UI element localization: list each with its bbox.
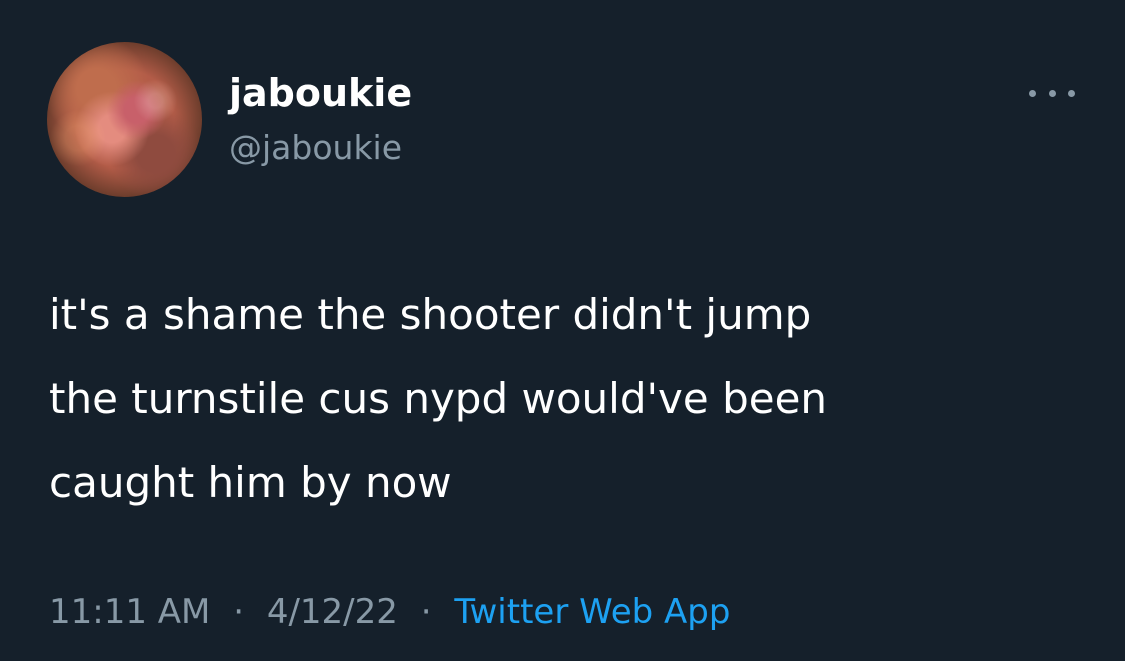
- tweet-source-link[interactable]: Twitter Web App: [454, 592, 730, 632]
- tweet-date: 4/12/22: [266, 592, 398, 632]
- tweet-text: it's a shame the shooter didn't jump the…: [49, 290, 828, 507]
- metadata-separator: ·: [420, 592, 432, 632]
- more-options-button[interactable]: [1029, 82, 1075, 104]
- tweet-metadata: 11:11 AM · 4/12/22 · Twitter Web App: [49, 590, 730, 634]
- metadata-separator: ·: [233, 592, 245, 632]
- avatar[interactable]: [47, 42, 202, 197]
- display-name[interactable]: jaboukie: [229, 70, 412, 116]
- more-options-icon: [1048, 89, 1056, 97]
- more-options-icon: [1029, 89, 1036, 97]
- more-options-icon: [1068, 89, 1075, 97]
- tweet-time: 11:11 AM: [49, 592, 211, 632]
- tweet-card: jaboukie @jaboukie it's a shame the shoo…: [0, 0, 1125, 661]
- user-handle[interactable]: @jaboukie: [229, 127, 402, 169]
